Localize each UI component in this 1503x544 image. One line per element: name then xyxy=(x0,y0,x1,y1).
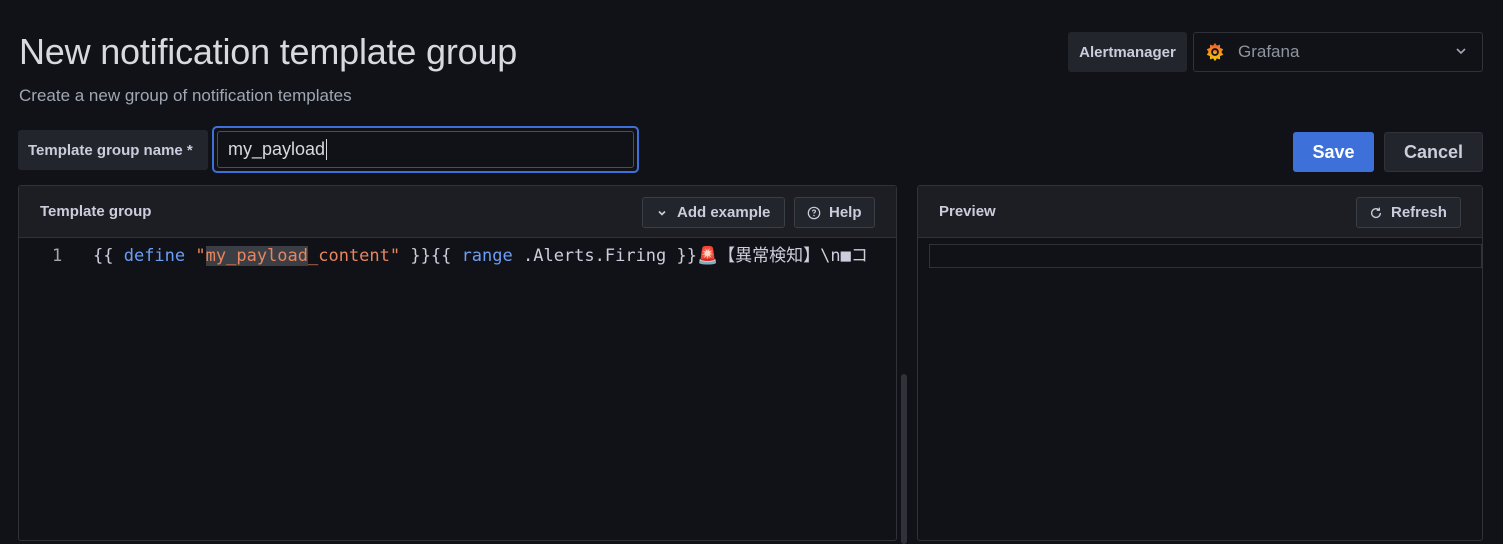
help-label: Help xyxy=(829,204,862,221)
cancel-button[interactable]: Cancel xyxy=(1384,132,1483,172)
template-group-name-value: my_payload xyxy=(228,139,325,160)
refresh-icon xyxy=(1369,206,1383,220)
refresh-button[interactable]: Refresh xyxy=(1356,197,1461,228)
page-subtitle: Create a new group of notification templ… xyxy=(19,86,352,106)
chevron-down-icon xyxy=(1454,44,1468,58)
text-caret xyxy=(326,139,327,160)
code-editor-line[interactable]: 1 {{ define "my_payload_content" }}{{ ra… xyxy=(19,243,896,269)
chevron-down-icon xyxy=(655,206,669,220)
template-editor-panel: Template group Add example Help 1 {{ def… xyxy=(18,185,897,541)
preview-panel: Preview Refresh xyxy=(917,185,1483,541)
page-title: New notification template group xyxy=(19,31,517,73)
editor-vertical-scrollbar[interactable] xyxy=(901,374,907,544)
code-text[interactable]: {{ define "my_payload_content" }}{{ rang… xyxy=(93,243,868,269)
template-editor-title: Template group xyxy=(40,203,151,220)
preview-output xyxy=(929,244,1482,268)
line-number: 1 xyxy=(52,243,62,269)
add-example-button[interactable]: Add example xyxy=(642,197,785,228)
alertmanager-selected-value: Grafana xyxy=(1238,42,1299,62)
template-group-name-label: Template group name * xyxy=(18,130,208,170)
save-button[interactable]: Save xyxy=(1293,132,1374,172)
question-circle-icon xyxy=(807,206,821,220)
preview-header: Preview Refresh xyxy=(918,186,1482,238)
add-example-label: Add example xyxy=(677,204,770,221)
template-group-name-input[interactable]: my_payload xyxy=(212,126,639,173)
refresh-label: Refresh xyxy=(1391,204,1447,221)
template-editor-header: Template group Add example Help xyxy=(19,186,896,238)
alertmanager-select[interactable]: Grafana xyxy=(1193,32,1483,72)
preview-title: Preview xyxy=(939,203,996,220)
help-button[interactable]: Help xyxy=(794,197,875,228)
alertmanager-label: Alertmanager xyxy=(1068,32,1187,72)
grafana-logo-icon xyxy=(1204,41,1226,63)
